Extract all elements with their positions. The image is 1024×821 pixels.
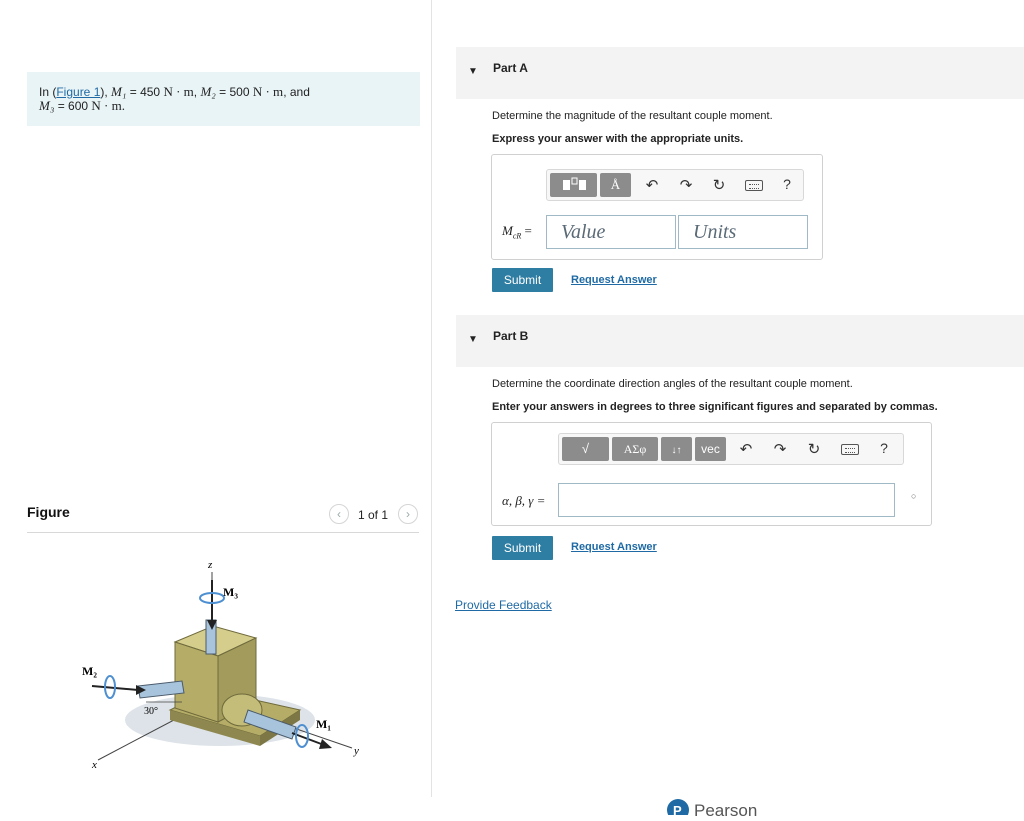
vector-button[interactable]: vec (695, 437, 726, 461)
figure-title: Figure (27, 504, 70, 520)
problem-statement: In (Figure 1), M₁ = 450 N · m, M₂ = 500 … (27, 72, 420, 126)
next-figure-button[interactable]: › (398, 504, 418, 524)
part-b-answer-box: √ ΑΣφ ↓↑ vec ↶ ↷ ↻ ? α, β, γ = ○ (491, 422, 932, 526)
part-b-instruction: Enter your answers in degrees to three s… (492, 401, 938, 413)
reset-icon[interactable]: ↻ (805, 440, 823, 458)
figure-link[interactable]: Figure 1 (56, 85, 100, 99)
reset-icon[interactable]: ↻ (710, 176, 728, 194)
units-input[interactable]: Units (678, 215, 808, 249)
previous-figure-button[interactable]: ‹ (329, 504, 349, 524)
units-symbol-button[interactable]: Å (600, 173, 631, 197)
help-icon[interactable]: ? (778, 176, 796, 192)
unit-text: N · m (252, 84, 284, 99)
collapse-triangle-icon: ▼ (468, 334, 478, 345)
z-axis-label: z (207, 559, 213, 571)
m1-symbol: M₁ (111, 84, 127, 99)
m3-label: M₃ (223, 585, 238, 599)
svg-text:P: P (673, 803, 682, 815)
status-dot-icon: ○ (911, 491, 917, 501)
m3-value: = 600 (54, 99, 92, 113)
m2-value: = 500 (215, 85, 253, 99)
figure-illustration: z x y M₃ M₂ M₁ 30° (82, 559, 359, 771)
part-b-equation-label: α, β, γ = (502, 493, 546, 508)
greek-symbols-button[interactable]: ΑΣφ (612, 437, 658, 461)
brand-name: Pearson (694, 801, 758, 820)
part-a-submit-button[interactable]: Submit (492, 268, 553, 292)
pearson-logo-icon: P (667, 799, 689, 815)
part-a-header[interactable]: ▼ Part A (456, 47, 1024, 99)
part-a-answer-box: Å ↶ ↷ ↻ ? McR = Value Units (491, 154, 823, 260)
part-b-submit-button[interactable]: Submit (492, 536, 553, 560)
equals-sign: = (521, 223, 532, 238)
part-b-request-answer-link[interactable]: Request Answer (571, 541, 657, 553)
value-input[interactable]: Value (546, 215, 676, 249)
part-b-title: Part B (493, 329, 529, 343)
part-a-equation-label: McR = (502, 223, 532, 241)
collapse-triangle-icon: ▼ (468, 66, 478, 77)
m1-value: = 450 (126, 85, 164, 99)
keyboard-icon[interactable] (745, 180, 763, 191)
keyboard-icon[interactable] (841, 444, 859, 455)
part-a-question: Determine the magnitude of the resultant… (492, 110, 773, 122)
help-icon[interactable]: ? (875, 440, 893, 456)
angstrom-icon: Å (610, 177, 621, 192)
provide-feedback-link[interactable]: Provide Feedback (455, 598, 552, 612)
chevron-left-icon: ‹ (337, 507, 341, 521)
redo-icon[interactable]: ↷ (771, 440, 789, 458)
y-axis-label: y (353, 745, 359, 757)
figure-header: Figure ‹ 1 of 1 › (27, 500, 419, 533)
and-text: , and (283, 85, 310, 99)
part-a-request-answer-link[interactable]: Request Answer (571, 274, 657, 286)
part-b-header[interactable]: ▼ Part B (456, 315, 1024, 367)
left-column: In (Figure 1), M₁ = 450 N · m, M₂ = 500 … (0, 0, 431, 815)
part-a-math-toolbar: Å ↶ ↷ ↻ ? (546, 169, 804, 201)
angle-label: 30° (144, 706, 158, 717)
undo-icon[interactable]: ↶ (737, 440, 755, 458)
part-a-title: Part A (493, 61, 528, 75)
m2-label: M₂ (82, 664, 97, 678)
figure-pager-text: 1 of 1 (358, 508, 389, 522)
unit-text: N · m (91, 98, 122, 113)
unit-text: N · m (163, 84, 194, 99)
part-a-instruction: Express your answer with the appropriate… (492, 133, 744, 145)
problem-prefix: In ( (39, 85, 57, 99)
m1-label: M₁ (316, 717, 331, 731)
problem-text: ), (100, 85, 112, 99)
subscript-button[interactable]: ↓↑ (661, 437, 692, 461)
templates-icon (563, 177, 586, 190)
redo-icon[interactable]: ↷ (677, 176, 695, 194)
angles-input[interactable] (558, 483, 895, 517)
sqrt-icon: √ (581, 441, 590, 456)
part-b-question: Determine the coordinate direction angle… (492, 378, 853, 390)
m-symbol: M (502, 223, 513, 238)
period-text: . (121, 98, 125, 113)
templates-button[interactable] (550, 173, 597, 197)
part-b-math-toolbar: √ ΑΣφ ↓↑ vec ↶ ↷ ↻ ? (558, 433, 904, 465)
x-axis-label: x (91, 759, 97, 771)
chevron-right-icon: › (406, 507, 410, 521)
undo-icon[interactable]: ↶ (643, 176, 661, 194)
arrows-icon: ↓↑ (671, 445, 682, 456)
vec-icon: vec (701, 442, 720, 456)
m3-symbol: M₃ (39, 98, 55, 113)
templates-button[interactable]: √ (562, 437, 609, 461)
column-divider (431, 0, 432, 797)
m2-symbol: M₂ (200, 84, 216, 99)
greek-icon: ΑΣφ (623, 442, 647, 456)
